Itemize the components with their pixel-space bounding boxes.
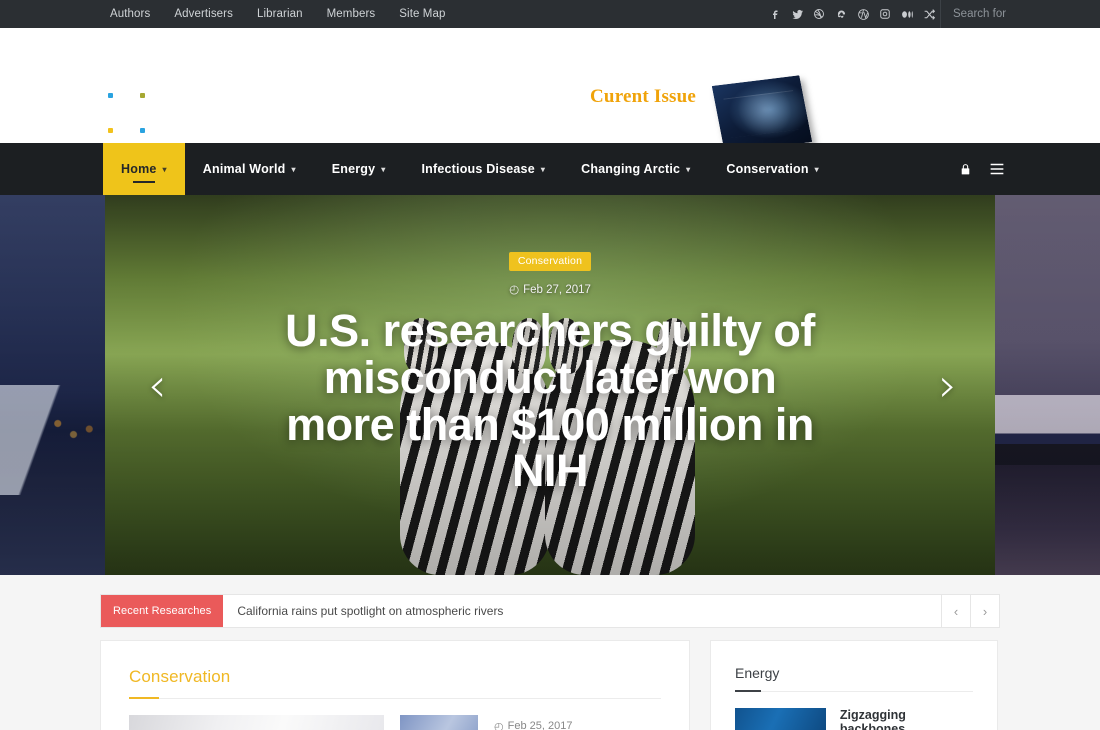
chevron-down-icon: ▾: [540, 164, 546, 174]
ticker-headline[interactable]: California rains put spotlight on atmosp…: [223, 595, 941, 627]
article-thumbnail[interactable]: [129, 715, 384, 730]
nav-item-animal-world-label: Animal World: [202, 162, 286, 176]
hero-title[interactable]: U.S. researchers guilty of misconduct la…: [270, 307, 830, 495]
top-bar: Authors Advertisers Librarian Members Si…: [0, 0, 1100, 28]
hero-next-arrow[interactable]: ›: [939, 362, 957, 408]
nav-item-changing-arctic-label: Changing Arctic: [581, 162, 681, 176]
twitter-icon[interactable]: [786, 0, 808, 28]
conservation-section: Conservation ◴ Feb 25, 2017: [100, 640, 690, 730]
main-navigation: Home ▾ Animal World ▾ Energy ▾ Infectiou…: [0, 143, 1100, 195]
ticker-nav: ‹ ›: [941, 595, 999, 627]
nav-item-energy[interactable]: Energy ▾: [314, 143, 404, 195]
hero-date: ◴ Feb 27, 2017: [40, 282, 1060, 296]
magazine-front-cover: [711, 75, 813, 153]
nav-item-energy-label: Energy: [331, 162, 376, 176]
hero-category-badge[interactable]: Conservation: [508, 252, 592, 271]
nav-item-infectious-disease-label: Infectious Disease: [421, 162, 535, 176]
recent-researches-ticker: Recent Researches California rains put s…: [100, 594, 1000, 628]
article-thumbnail[interactable]: [400, 715, 478, 730]
top-bar-right: [764, 0, 1100, 28]
current-issue-label: Curent Issue: [590, 86, 697, 107]
ticker-badge: Recent Researches: [101, 595, 224, 627]
social-links: [764, 0, 940, 28]
energy-article-title[interactable]: Zigzagging backbones: [840, 708, 973, 730]
ticker-area: Recent Researches California rains put s…: [0, 575, 1100, 640]
logo-dot-2: [140, 93, 145, 98]
medium-icon[interactable]: [896, 0, 918, 28]
hero-slider: Conservation ◴ Feb 27, 2017 U.S. research…: [0, 195, 1100, 575]
chevron-down-icon: ▾: [291, 164, 296, 174]
conservation-article-date: ◴ Feb 25, 2017: [494, 715, 572, 730]
top-nav-link-advertisers[interactable]: Advertisers: [174, 0, 233, 28]
conservation-article-row: ◴ Feb 25, 2017: [129, 715, 661, 730]
chevron-down-icon: ▾: [814, 164, 819, 174]
dribbble-icon[interactable]: [808, 0, 830, 28]
site-header: Curent Issue: [0, 28, 1100, 159]
content-area: Conservation ◴ Feb 25, 2017 Energy Zigzag…: [0, 640, 1100, 730]
top-nav-link-site-map[interactable]: Site Map: [399, 0, 445, 28]
chevron-down-icon: ▾: [162, 164, 167, 174]
article-thumbnail[interactable]: [735, 708, 826, 730]
hero-prev-arrow[interactable]: ‹: [148, 362, 166, 408]
nav-item-changing-arctic[interactable]: Changing Arctic ▾: [563, 143, 708, 195]
nav-item-conservation-label: Conservation: [726, 162, 809, 176]
logo-dot-1: [108, 93, 113, 98]
energy-section: Energy Zigzagging backbones: [710, 640, 998, 730]
hamburger-menu-icon[interactable]: [989, 162, 1005, 176]
energy-article-row[interactable]: Zigzagging backbones: [735, 708, 973, 730]
clock-icon: ◴: [509, 284, 520, 296]
energy-section-title: Energy: [735, 665, 973, 692]
nav-item-animal-world[interactable]: Animal World ▾: [185, 143, 314, 195]
chevron-down-icon: ▾: [381, 164, 386, 174]
conservation-section-title: Conservation: [129, 667, 661, 699]
conservation-article-date-text: Feb 25, 2017: [507, 720, 573, 730]
stumbleupon-icon[interactable]: [830, 0, 852, 28]
search-input[interactable]: [953, 8, 1100, 20]
nav-item-home-label: Home: [121, 162, 157, 176]
logo-dot-3: [108, 128, 113, 133]
top-nav-link-members[interactable]: Members: [327, 0, 376, 28]
top-nav-link-authors[interactable]: Authors: [110, 0, 150, 28]
main-nav-items: Home ▾ Animal World ▾ Energy ▾ Infectiou…: [103, 143, 837, 195]
lock-icon[interactable]: [959, 162, 972, 177]
shuffle-icon[interactable]: [918, 0, 940, 28]
hero-date-text: Feb 27, 2017: [523, 284, 591, 296]
top-nav: Authors Advertisers Librarian Members Si…: [110, 0, 445, 28]
nav-item-infectious-disease[interactable]: Infectious Disease ▾: [404, 143, 564, 195]
ticker-prev-button[interactable]: ‹: [941, 595, 970, 627]
site-logo[interactable]: [100, 83, 160, 138]
search-box[interactable]: [940, 0, 1100, 28]
main-nav-right: [959, 143, 1005, 195]
nav-item-conservation[interactable]: Conservation ▾: [708, 143, 837, 195]
top-nav-link-librarian[interactable]: Librarian: [257, 0, 303, 28]
clock-icon: ◴: [494, 720, 504, 730]
logo-dot-4: [140, 128, 145, 133]
ticker-next-button[interactable]: ›: [970, 595, 999, 627]
chevron-down-icon: ▾: [686, 164, 691, 174]
facebook-icon[interactable]: [764, 0, 786, 28]
nav-item-home[interactable]: Home ▾: [103, 143, 185, 195]
wordpress-icon[interactable]: [852, 0, 874, 28]
instagram-icon[interactable]: [874, 0, 896, 28]
